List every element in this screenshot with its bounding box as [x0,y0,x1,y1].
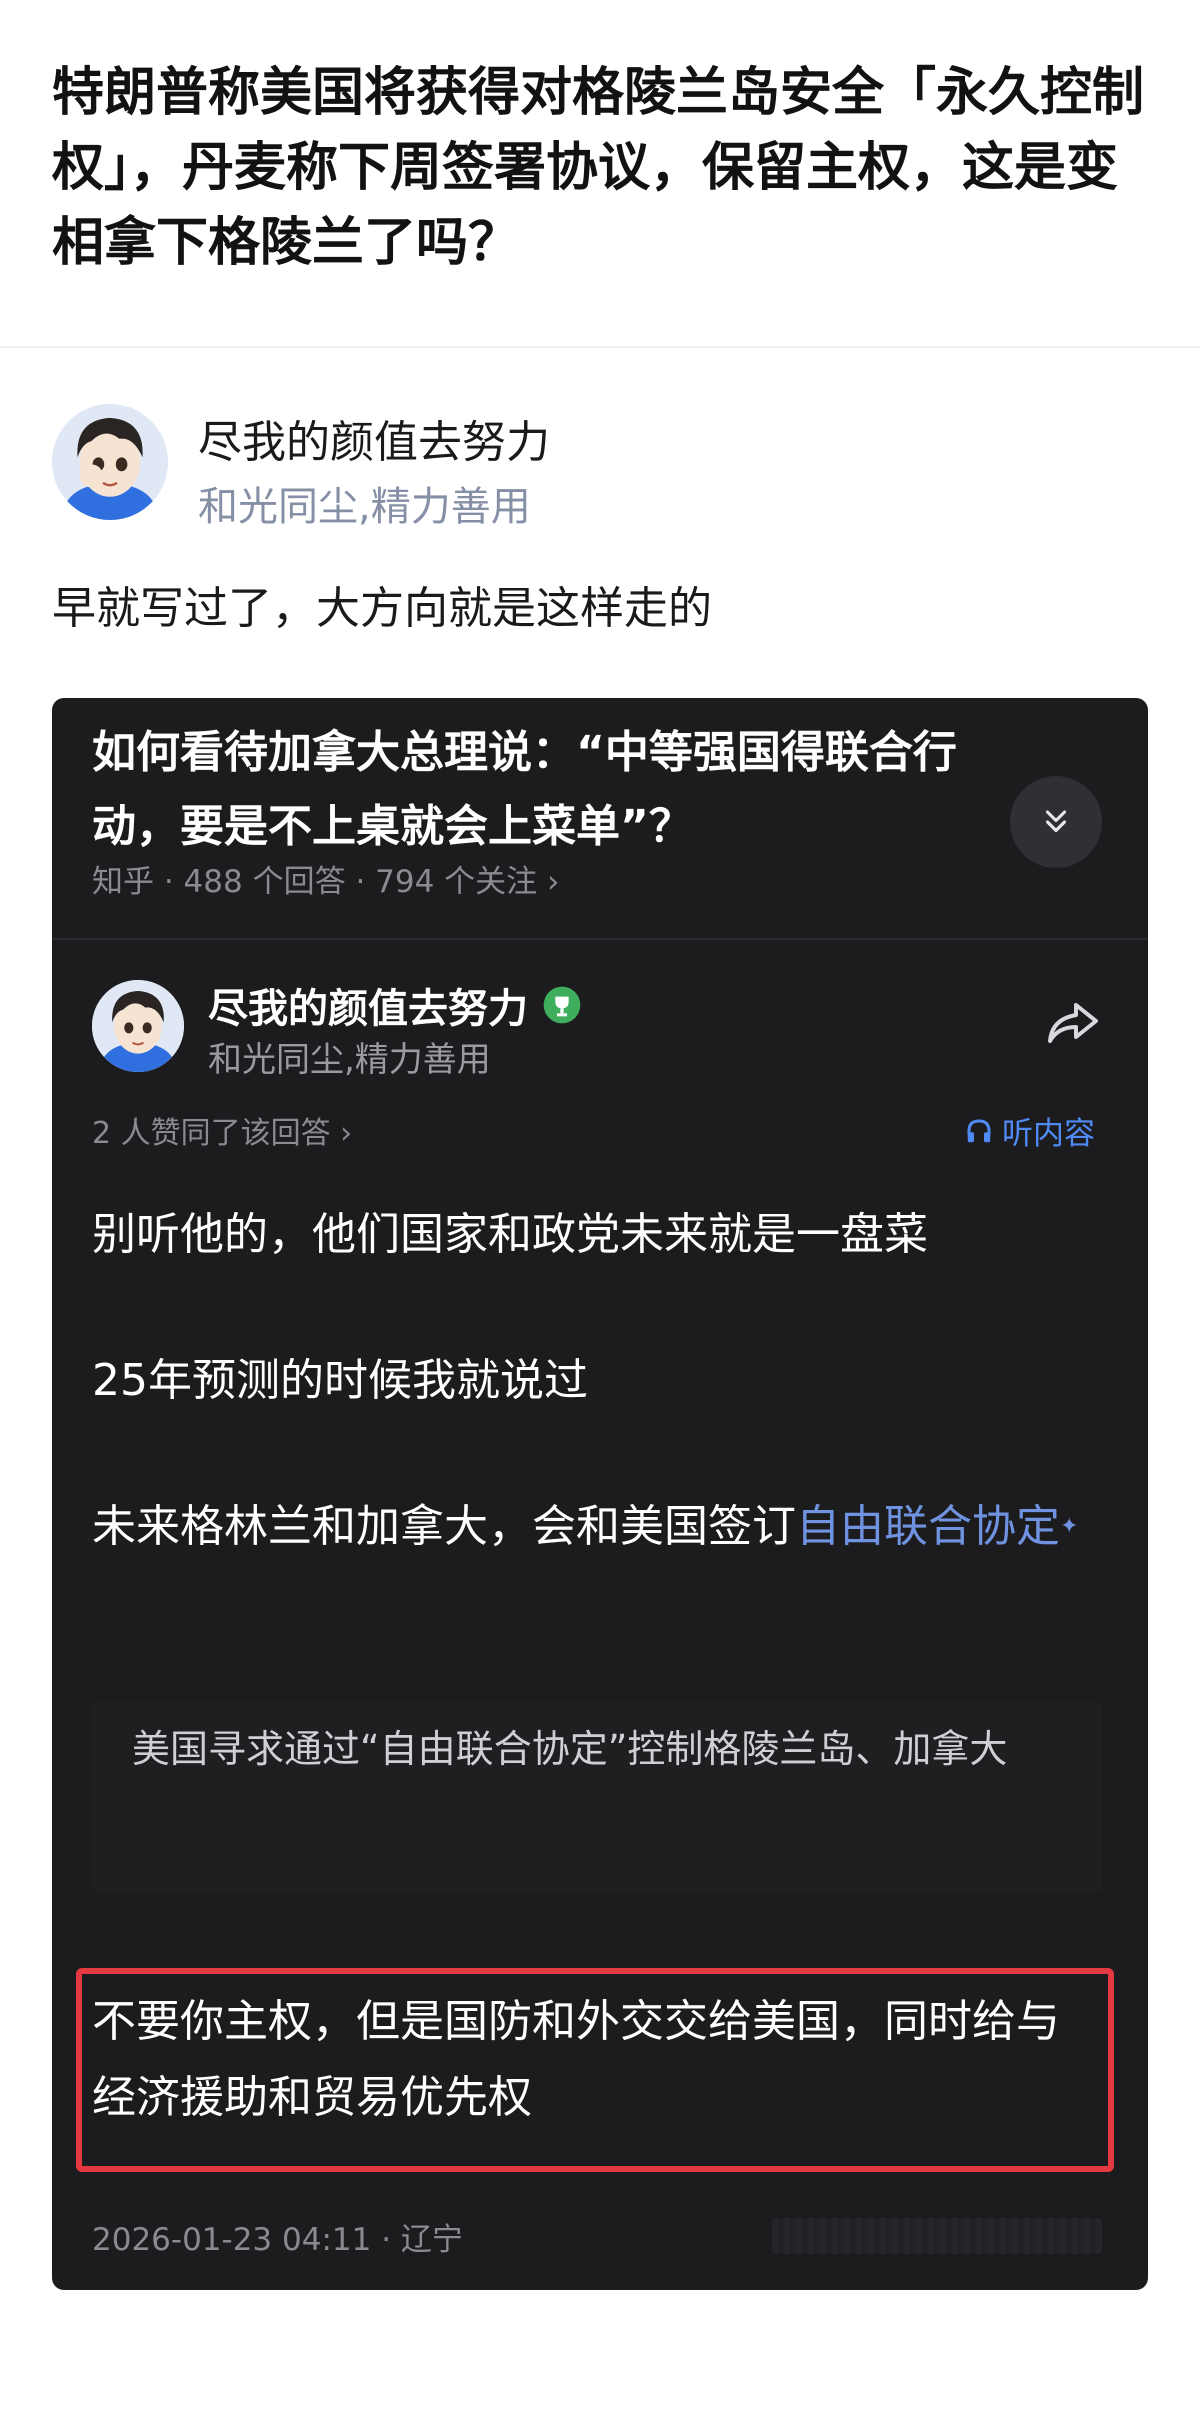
author-avatar[interactable] [52,404,168,520]
card-footer-timestamp: 2026-01-23 04:11 · 辽宁 [92,2222,463,2258]
author-bio: 和光同尘,精力善用 [198,484,531,530]
embedded-answer-card[interactable]: 如何看待加拿大总理说：“中等强国得联合行动，要是不上桌就会上菜单”？ 知乎 · … [52,698,1148,2290]
paragraph-3: 未来格林兰和加拿大，会和美国签订自由联合协定✦ [92,1490,1102,1564]
author-name[interactable]: 尽我的颜值去努力 [198,406,550,470]
card-author-name[interactable]: 尽我的颜值去努力 [208,976,528,1034]
listen-label[interactable]: 听内容 [1002,1108,1095,1153]
avatar-illustration [52,404,168,520]
expand-button[interactable] [1010,776,1102,868]
quote-text: 美国寻求通过“自由联合协定”控制格陵兰岛、加拿大 [132,1727,1008,1771]
paragraph-2: 25年预测的时候我就说过 [92,1355,588,1406]
headphones-icon [967,1118,991,1142]
chevron-double-down-icon [1045,810,1067,833]
highlighted-paragraph: 不要你主权，但是国防和外交交给美国，同时给与经济援助和贸易优先权 [92,1996,1060,2123]
share-icon[interactable] [1044,998,1100,1048]
card-author-bio: 和光同尘,精力善用 [208,1040,491,1080]
trophy-badge-icon [543,986,581,1024]
avatar-illustration [92,980,184,1072]
question-title[interactable]: 特朗普称美国将获得对格陵兰岛安全「永久控制权」，丹麦称下周签署协议，保留主权，这… [52,56,1152,281]
card-meta[interactable]: 知乎 · 488 个回答 · 794 个关注 › [92,856,559,901]
divider [0,346,1200,348]
answer-text: 早就写过了，大方向就是这样走的 [52,583,712,634]
card-author-name-row[interactable]: 尽我的颜值去努力 [208,976,582,1034]
free-association-link[interactable]: 自由联合协定 [796,1501,1060,1552]
paragraph-1: 别听他的，他们国家和政党未来就是一盘菜 [92,1209,928,1260]
quote-block: 美国寻求通过“自由联合协定”控制格陵兰岛、加拿大 [92,1702,1102,1892]
watermark [772,2218,1102,2254]
sparkle-icon: ✦ [1060,1514,1079,1539]
paragraph-3-text: 未来格林兰和加拿大，会和美国签订 [92,1501,796,1552]
card-question-title[interactable]: 如何看待加拿大总理说：“中等强国得联合行动，要是不上桌就会上菜单”？ [92,716,1012,864]
listen-button[interactable]: 听内容 [964,1108,1095,1153]
card-author-avatar[interactable] [92,980,184,1072]
card-divider [52,938,1148,940]
upvote-info[interactable]: 2 人赞同了该回答 › [92,1108,352,1152]
